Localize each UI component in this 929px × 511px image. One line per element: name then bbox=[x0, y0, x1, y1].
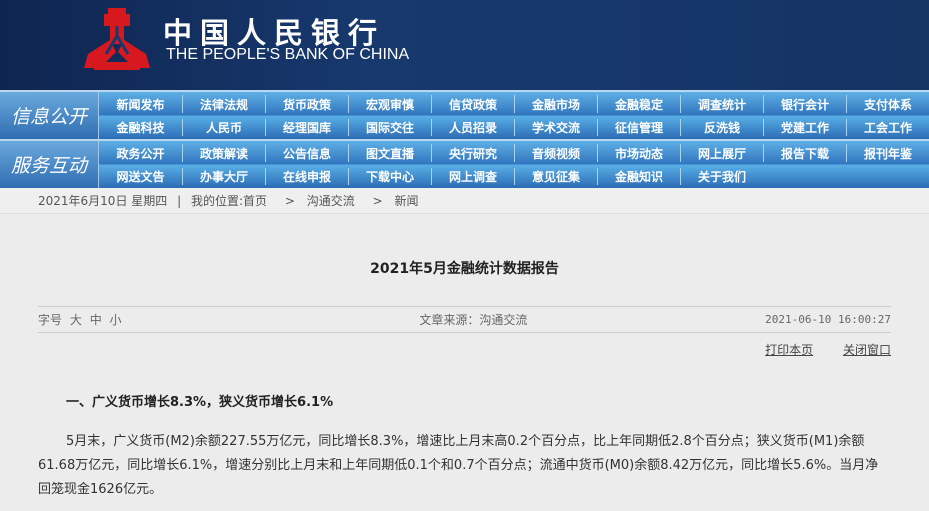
nav-item[interactable]: 学术交流 bbox=[514, 119, 597, 136]
nav-item[interactable]: 办事大厅 bbox=[182, 168, 265, 185]
breadcrumb: 2021年6月10日 星期四 | 我的位置:首页 > 沟通交流 > 新闻 bbox=[0, 188, 929, 214]
nav-item[interactable]: 支付体系 bbox=[846, 95, 929, 113]
nav-item[interactable]: 调查统计 bbox=[680, 95, 763, 113]
current-date: 2021年6月10日 星期四 bbox=[38, 194, 168, 208]
nav-grid: 政务公开 政策解读 公告信息 图文直播 央行研究 音频视频 市场动态 网上展厅 报告下载 报刊年鉴… bbox=[99, 141, 929, 188]
breadcrumb-news[interactable]: 新闻 bbox=[394, 194, 418, 208]
breadcrumb-communication[interactable]: 沟通交流 bbox=[307, 194, 355, 208]
nav-item[interactable]: 图文直播 bbox=[348, 144, 431, 162]
close-window-link[interactable]: 关闭窗口 bbox=[843, 343, 891, 357]
article-tools: 打印本页 关闭窗口 bbox=[0, 341, 891, 358]
nav-item[interactable]: 政策解读 bbox=[182, 144, 265, 162]
nav-info-disclosure: 信息公开 新闻发布 法律法规 货币政策 宏观审慎 信贷政策 金融市场 金融稳定 调查统计 银行会… bbox=[0, 90, 929, 139]
nav-item[interactable]: 法律法规 bbox=[182, 95, 265, 113]
nav-service-interaction: 服务互动 政务公开 政策解读 公告信息 图文直播 央行研究 音频视频 市场动态 网上展厅 报告下… bbox=[0, 139, 929, 188]
logo-english-name: THE PEOPLE'S BANK OF CHINA bbox=[166, 46, 410, 63]
font-size-controls: 字号 大 中 小 bbox=[38, 311, 122, 328]
article-paragraph: 5月末，广义货币(M2)余额227.55万亿元，同比增长8.3%，增速比上月末高… bbox=[38, 434, 879, 497]
article-title: 2021年5月金融统计数据报告 bbox=[370, 261, 559, 277]
nav-item[interactable]: 报刊年鉴 bbox=[846, 144, 929, 162]
nav-item[interactable]: 征信管理 bbox=[597, 119, 680, 136]
article-datetime: 2021-06-10 16:00:27 bbox=[765, 313, 891, 326]
breadcrumb-home[interactable]: 首页 bbox=[243, 194, 267, 208]
nav-item[interactable]: 新闻发布 bbox=[99, 95, 182, 113]
font-size-medium[interactable]: 中 bbox=[90, 313, 102, 327]
nav-item[interactable]: 公告信息 bbox=[265, 144, 348, 162]
site-header: 中国人民银行 THE PEOPLE'S BANK OF CHINA bbox=[0, 0, 929, 90]
nav-section-label: 服务互动 bbox=[0, 141, 99, 188]
nav-item[interactable]: 货币政策 bbox=[265, 95, 348, 113]
nav-item[interactable]: 音频视频 bbox=[514, 144, 597, 162]
nav-item[interactable]: 金融市场 bbox=[514, 95, 597, 113]
nav-item[interactable]: 在线申报 bbox=[265, 168, 348, 185]
nav-item[interactable]: 工会工作 bbox=[846, 119, 929, 136]
article-source: 文章来源：沟通交流 bbox=[419, 313, 528, 327]
pboc-logo-icon bbox=[84, 8, 150, 70]
article-meta: 字号 大 中 小 文章来源：沟通交流 2021-06-10 16:00:27 bbox=[38, 306, 891, 333]
chevron-right-icon: > bbox=[372, 194, 383, 208]
nav-section-label: 信息公开 bbox=[0, 92, 99, 139]
nav-item[interactable]: 金融稳定 bbox=[597, 95, 680, 113]
separator: | bbox=[177, 194, 182, 208]
nav-item[interactable]: 报告下载 bbox=[763, 144, 846, 162]
font-size-label: 字号 bbox=[38, 313, 63, 327]
font-size-large[interactable]: 大 bbox=[70, 313, 82, 327]
section-heading: 一、广义货币增长8.3%，狭义货币增长6.1% bbox=[66, 395, 334, 410]
nav-item[interactable]: 网送文告 bbox=[99, 168, 182, 185]
nav-item[interactable]: 金融知识 bbox=[597, 168, 680, 185]
nav-item[interactable]: 网上调查 bbox=[431, 168, 514, 185]
nav-item[interactable]: 国际交往 bbox=[348, 119, 431, 136]
nav-item[interactable]: 人员招录 bbox=[431, 119, 514, 136]
nav-item[interactable]: 市场动态 bbox=[597, 144, 680, 162]
nav-item[interactable]: 央行研究 bbox=[431, 144, 514, 162]
nav-item[interactable]: 信贷政策 bbox=[431, 95, 514, 113]
nav-item[interactable]: 经理国库 bbox=[265, 119, 348, 136]
nav-item[interactable]: 政务公开 bbox=[99, 144, 182, 162]
nav-item[interactable]: 下载中心 bbox=[348, 168, 431, 185]
nav-item[interactable]: 人民币 bbox=[182, 119, 265, 136]
nav-item[interactable]: 金融科技 bbox=[99, 119, 182, 136]
nav-item[interactable]: 宏观审慎 bbox=[348, 95, 431, 113]
location-prefix: 我的位置: bbox=[190, 194, 244, 208]
nav-item[interactable]: 关于我们 bbox=[680, 168, 763, 185]
print-page-link[interactable]: 打印本页 bbox=[765, 343, 813, 357]
nav-grid: 新闻发布 法律法规 货币政策 宏观审慎 信贷政策 金融市场 金融稳定 调查统计 银行会计 支付体系… bbox=[99, 92, 929, 139]
nav-item[interactable]: 党建工作 bbox=[763, 119, 846, 136]
font-size-small[interactable]: 小 bbox=[110, 313, 122, 327]
nav-item[interactable]: 反洗钱 bbox=[680, 119, 763, 136]
nav-item[interactable]: 网上展厅 bbox=[680, 144, 763, 162]
nav-item[interactable]: 银行会计 bbox=[763, 95, 846, 113]
chevron-right-icon: > bbox=[284, 194, 295, 208]
nav-item[interactable]: 意见征集 bbox=[514, 168, 597, 185]
